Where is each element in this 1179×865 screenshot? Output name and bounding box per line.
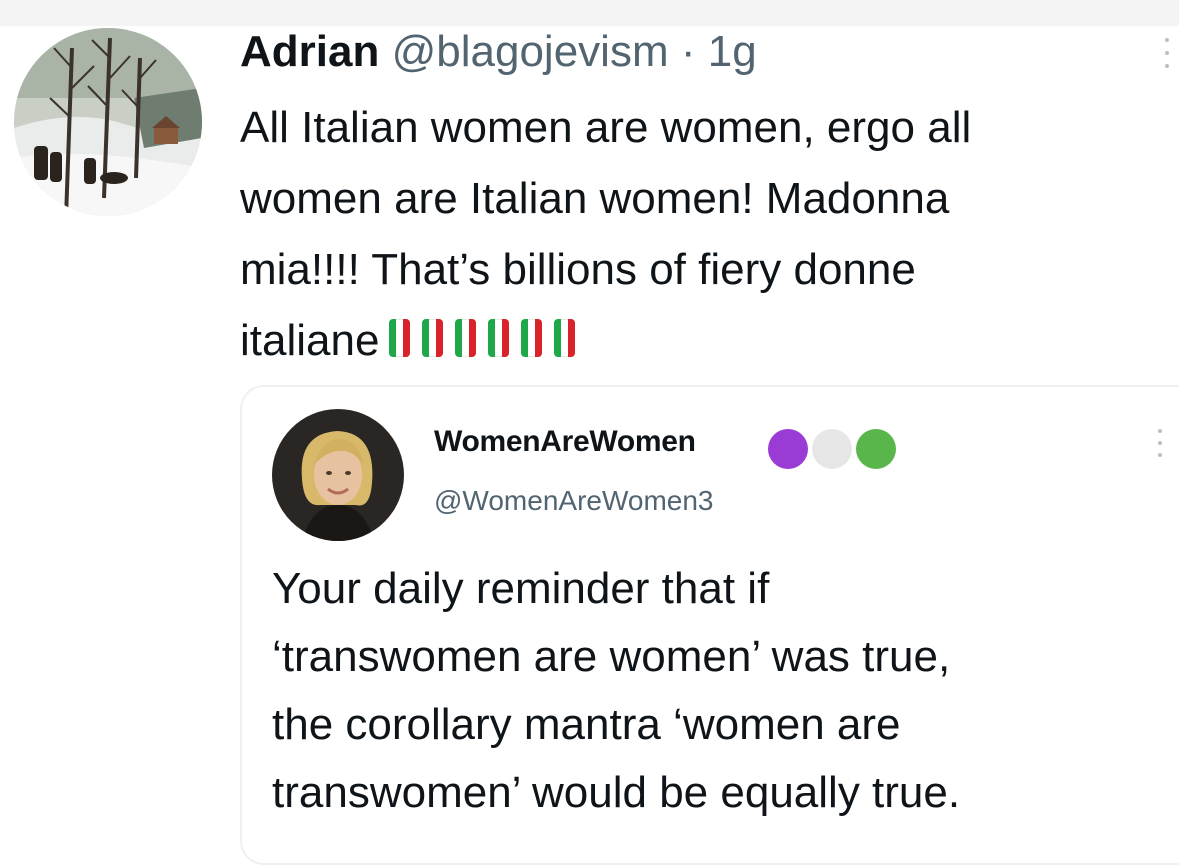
italy-flag-emojis: [389, 319, 576, 357]
italy-flag-icon: [422, 319, 444, 357]
quoted-text-line: the corollary mantra ‘women are: [272, 700, 901, 749]
tweet-text-line: mia!!!! That’s billions of fiery donne: [240, 245, 916, 294]
tweet-timestamp[interactable]: 1g: [708, 27, 757, 76]
quoted-tweet[interactable]: WomenAreWomen @WomenAreWomen3 Your daily…: [240, 385, 1179, 865]
quoted-author-avatar[interactable]: [272, 409, 404, 541]
tweet-text-line: All Italian women are women, ergo all: [240, 103, 972, 152]
tweet-text-line: women are Italian women! Madonna: [240, 174, 950, 223]
italy-flag-icon: [455, 319, 477, 357]
italy-flag-icon: [389, 319, 411, 357]
italy-flag-icon: [488, 319, 510, 357]
quoted-author-handle[interactable]: @WomenAreWomen3: [434, 485, 714, 517]
quoted-text-line: Your daily reminder that if: [272, 564, 770, 613]
quoted-author-name[interactable]: WomenAreWomen: [434, 425, 696, 459]
green-circle-icon: [856, 429, 896, 469]
tweet-text: All Italian women are women, ergo all wo…: [240, 92, 1160, 376]
purple-circle-icon: [768, 429, 808, 469]
author-handle[interactable]: @blagojevism: [392, 27, 669, 76]
italy-flag-icon: [554, 319, 576, 357]
author-avatar[interactable]: [14, 28, 202, 216]
more-options-icon[interactable]: [1158, 429, 1164, 457]
quoted-text-line: ‘transwomen are women’ was true,: [272, 632, 951, 681]
tweet-header: Adrian @blagojevism · 1g: [240, 26, 757, 78]
winter-landscape-painting-icon: [14, 28, 202, 216]
more-options-icon[interactable]: [1165, 38, 1171, 68]
white-circle-icon: [812, 429, 852, 469]
tweet-text-line-last: italiane: [240, 305, 1160, 376]
person-portrait-icon: [272, 409, 404, 541]
quoted-text-line: transwomen’ would be equally true.: [272, 768, 961, 817]
quoted-author-badges: [768, 429, 896, 469]
author-name[interactable]: Adrian: [240, 27, 379, 76]
tweet[interactable]: Adrian @blagojevism · 1g All Italian wom…: [0, 0, 1179, 865]
quoted-tweet-text: Your daily reminder that if ‘transwomen …: [272, 555, 1172, 827]
tweet-text-line: italiane: [240, 316, 380, 365]
separator-dot: ·: [680, 27, 696, 76]
italy-flag-icon: [521, 319, 543, 357]
